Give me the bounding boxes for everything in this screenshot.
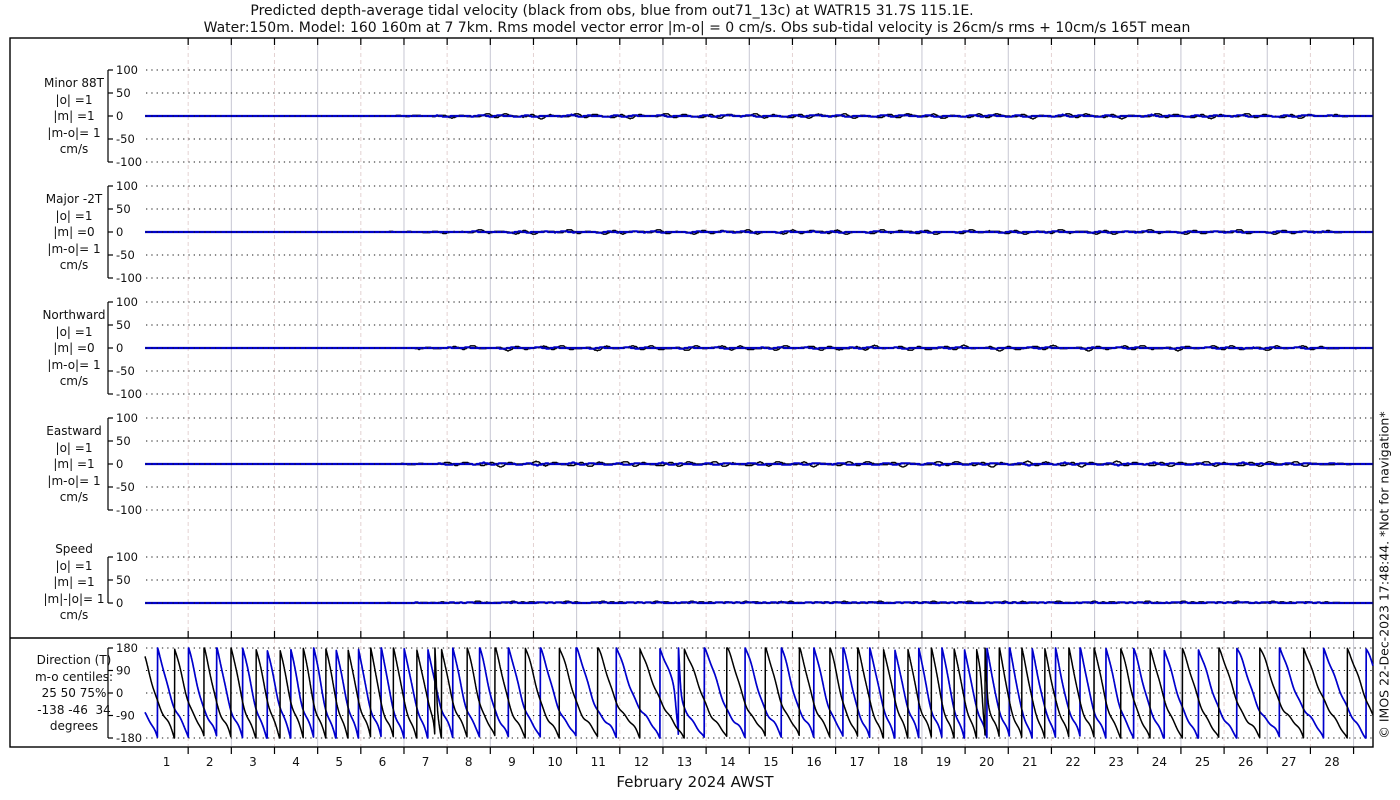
day-label: 5 (335, 755, 343, 769)
panel-stat: |o| =1 (55, 324, 93, 339)
panel-stat: m-o centiles: (34, 669, 114, 684)
day-label: 22 (1065, 755, 1080, 769)
day-label: 17 (850, 755, 865, 769)
panel-unit: cm/s (59, 490, 89, 504)
chart-canvas: 1 2 3 4 5 6 7 8 9 10 11 12 13 14 15 16 17 18 19 20 21 22 23 24 2… (9, 37, 1374, 769)
day-label: 18 (893, 755, 908, 769)
panel-label-major: Major -2T |o| =1 |m| =0 |m-o|= 1 cm/s (8, 191, 140, 274)
day-label: 1 (163, 755, 171, 769)
panel-title: Speed (55, 542, 93, 556)
panel-stat: |m| =1 (53, 109, 95, 123)
day-label: 20 (979, 755, 994, 769)
panel-label-speed: Speed |o| =1 |m| =1 |m|-|o|= 1 cm/s (8, 541, 140, 624)
panel-stat: |m| =1 (53, 575, 95, 589)
day-label: 14 (720, 755, 735, 769)
day-label: 8 (465, 755, 473, 769)
day-label: 19 (936, 755, 951, 769)
panel-stat: |m| =0 (53, 225, 95, 239)
panel-stat: |m| =1 (53, 457, 95, 471)
day-label: 11 (591, 755, 606, 769)
day-label: 7 (422, 755, 430, 769)
day-label: 3 (249, 755, 257, 769)
panel-unit: cm/s (59, 608, 89, 622)
panel-unit: degrees (49, 719, 99, 733)
day-label: 23 (1109, 755, 1124, 769)
trace-speed-model (144, 601, 1373, 605)
panel-stat: |o| =1 (55, 440, 93, 455)
panel-stat: -138 -46 34 (37, 702, 111, 717)
day-label: 6 (379, 755, 387, 769)
panel-label-northward: Northward |o| =1 |m| =0 |m-o|= 1 cm/s (8, 307, 140, 390)
trace-northward-model (144, 346, 1373, 350)
day-label: 25 (1195, 755, 1210, 769)
day-label: 15 (763, 755, 778, 769)
day-label: 26 (1238, 755, 1253, 769)
day-label: 12 (634, 755, 649, 769)
panel-stat: |m-o|= 1 (47, 473, 101, 488)
panel-stat: |m-o|= 1 (47, 357, 101, 372)
day-label: 2 (206, 755, 214, 769)
panel-stat: |m| =0 (53, 341, 95, 355)
day-label: 24 (1152, 755, 1167, 769)
panel-title: Major -2T (45, 192, 103, 206)
panel-stat: |o| =1 (55, 208, 93, 223)
panel-stat: |o| =1 (55, 558, 93, 573)
day-label: 9 (508, 755, 516, 769)
day-label: 13 (677, 755, 692, 769)
panel-label-minor: Minor 88T |o| =1 |m| =1 |m-o|= 1 cm/s (8, 75, 140, 158)
day-label: 4 (292, 755, 300, 769)
panel-stat: 25 50 75% (41, 686, 107, 700)
panel-unit: cm/s (59, 142, 89, 156)
panel-title: Direction (T) (36, 653, 112, 667)
trace-major-model (144, 230, 1373, 234)
panel-title: Northward (42, 308, 106, 322)
panel-stat: |m-o|= 1 (47, 241, 101, 256)
day-label: 28 (1324, 755, 1339, 769)
x-axis-month-label: February 2024 AWST (616, 773, 774, 791)
panel-stat: |m-o|= 1 (47, 125, 101, 140)
imos-watermark: © IMOS 22-Dec-2023 17:48:44. *Not for na… (1376, 411, 1392, 739)
outer-frame (9, 37, 1374, 748)
panel-unit: cm/s (59, 258, 89, 272)
day-label: 21 (1022, 755, 1037, 769)
panel-stat: |m|-|o|= 1 (43, 591, 105, 606)
panel-title: Eastward (46, 424, 102, 438)
panel-stat: |o| =1 (55, 92, 93, 107)
day-label: 16 (806, 755, 821, 769)
day-label: 27 (1281, 755, 1296, 769)
panel-unit: cm/s (59, 374, 89, 388)
panel-label-eastward: Eastward |o| =1 |m| =1 |m-o|= 1 cm/s (8, 423, 140, 506)
panel-title: Minor 88T (44, 76, 104, 90)
panel-label-direction: Direction (T) m-o centiles: 25 50 75% -1… (8, 652, 140, 735)
tidal-velocity-figure: Predicted depth-average tidal velocity (… (0, 0, 1400, 800)
day-label: 10 (547, 755, 562, 769)
